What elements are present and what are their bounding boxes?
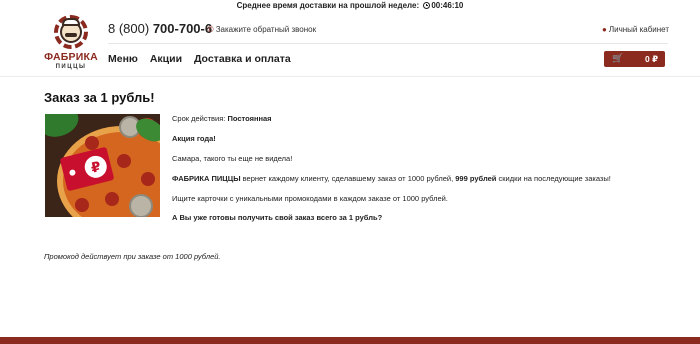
cart-total: 0 ₽: [644, 54, 658, 64]
pepperoni-shape: [105, 192, 119, 206]
nav-item-promotions[interactable]: Акции: [150, 53, 182, 65]
user-icon: ●: [602, 25, 607, 34]
pepperoni-shape: [117, 154, 131, 168]
validity-line: Срок действия: Постоянная: [172, 114, 272, 123]
callback-label: Закажите обратный звонок: [215, 25, 317, 34]
account-link[interactable]: ● Личный кабинет: [602, 25, 669, 34]
site-logo[interactable]: ФАБРИКА ПИЦЦЫ: [44, 15, 98, 73]
headline-text: Акция года!: [172, 134, 216, 143]
delivery-time-bar: Среднее время доставки на прошлой неделе…: [0, 0, 700, 12]
cart-button[interactable]: 🛒 0 ₽: [604, 51, 665, 67]
offer-brand: ФАБРИКА ПИЦЦЫ: [172, 174, 241, 183]
footer-bar: [0, 337, 700, 344]
phone-icon: ✆: [207, 25, 214, 34]
phone-prefix: 8 (800): [108, 21, 150, 36]
headline-line: Акция года!: [172, 134, 216, 143]
page-title: Заказ за 1 рубль!: [44, 90, 155, 105]
clock-icon: [423, 2, 431, 9]
promo-footnote: Промокод действует при заказе от 1000 ру…: [44, 252, 221, 261]
question-line: А Вы уже готовы получить свой заказ всег…: [172, 213, 382, 222]
logo-brand-text: ФАБРИКА: [44, 51, 98, 63]
offer-text-2: скидки на последующие заказы!: [496, 174, 611, 183]
tag-hole: [68, 168, 77, 177]
offer-text-1: вернет каждому клиенту, сделавшему заказ…: [240, 174, 456, 183]
mustache-icon: [65, 33, 77, 37]
validity-value: Постоянная: [227, 114, 272, 123]
ruble-badge: ₽: [82, 153, 110, 181]
samara-line: Самара, такого ты еще не видела!: [172, 154, 293, 163]
main-nav: Меню Акции Доставка и оплата: [108, 53, 300, 65]
coin-shape: [129, 194, 153, 217]
offer-line: ФАБРИКА ПИЦЦЫ вернет каждому клиенту, сд…: [172, 174, 611, 183]
promo-image: ₽: [45, 114, 160, 217]
chef-hat-icon: [62, 18, 80, 26]
pepperoni-shape: [141, 172, 155, 186]
callback-link[interactable]: ✆ Закажите обратный звонок: [207, 25, 316, 34]
question-text: А Вы уже готовы получить свой заказ всег…: [172, 213, 383, 222]
account-label: Личный кабинет: [608, 25, 670, 34]
validity-label: Срок действия:: [172, 114, 226, 123]
header-divider: [108, 43, 668, 44]
phone-digits: 700-700-6: [152, 21, 213, 36]
nav-item-menu[interactable]: Меню: [108, 53, 138, 65]
delivery-time-value: 00:46:10: [431, 1, 464, 10]
basil-leaf-shape: [45, 114, 83, 142]
offer-amount: 999 рублей: [455, 174, 497, 183]
cart-icon: 🛒: [612, 53, 624, 63]
delivery-time-label: Среднее время доставки на прошлой неделе…: [236, 1, 420, 10]
logo-sub-text: ПИЦЦЫ: [55, 64, 87, 70]
phone-number[interactable]: 8 (800) 700-700-6: [108, 21, 212, 36]
nav-item-delivery[interactable]: Доставка и оплата: [194, 53, 291, 65]
pepperoni-shape: [75, 198, 89, 212]
cards-line: Ищите карточки с уникальными промокодами…: [172, 194, 448, 203]
page-divider: [0, 76, 700, 77]
